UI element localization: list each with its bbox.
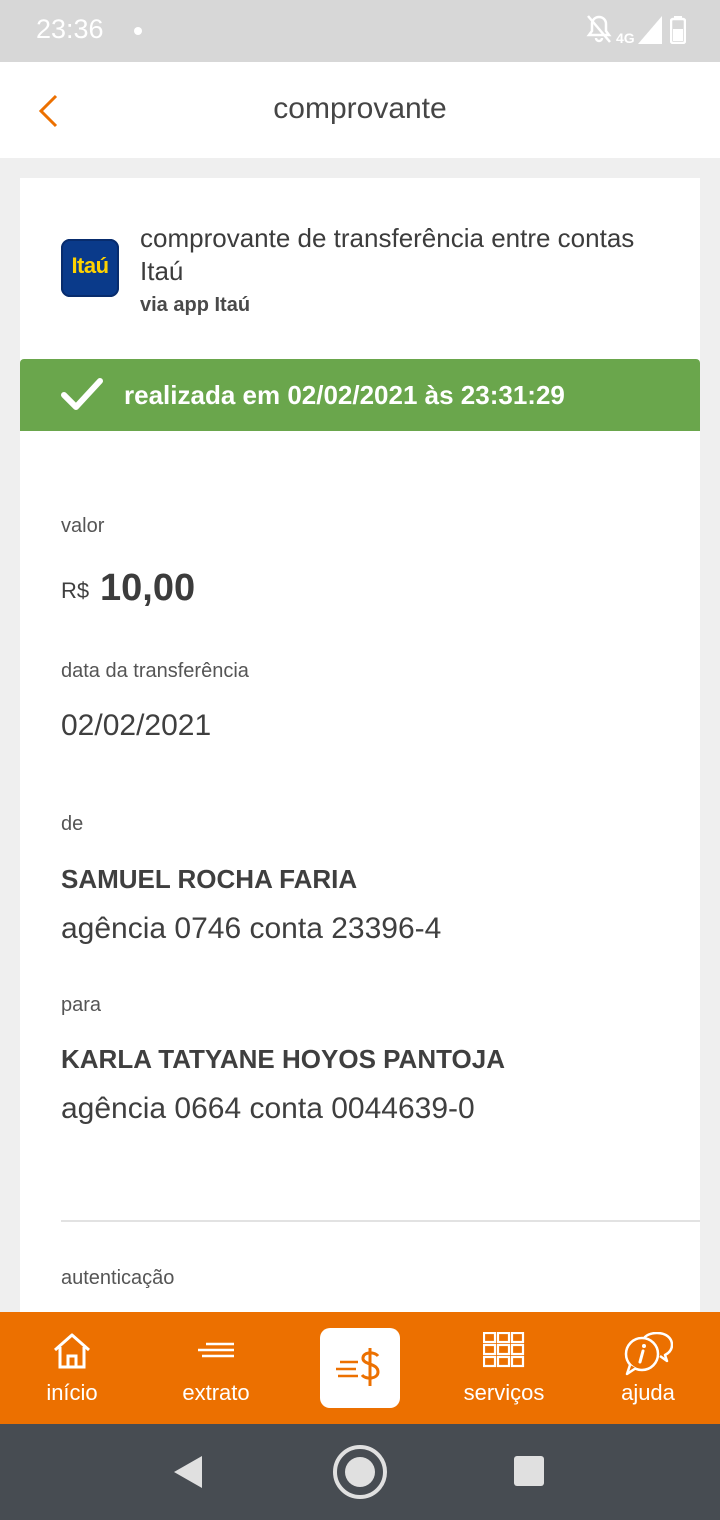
system-navigation-bar	[0, 1424, 720, 1520]
to-label: para	[61, 994, 102, 1016]
system-home-button[interactable]	[330, 1442, 390, 1502]
nav-label-extrato: extrato	[182, 1380, 250, 1405]
nav-label-servicos: serviços	[463, 1380, 545, 1405]
status-time: 23:36	[36, 14, 104, 44]
top-app-bar: comprovante	[0, 62, 720, 158]
status-banner: realizada em 02/02/2021 às 23:31:29	[20, 359, 700, 431]
grid-icon	[483, 1332, 525, 1368]
amount-currency: R$	[61, 578, 90, 603]
battery-icon	[670, 16, 686, 44]
check-icon	[61, 378, 103, 410]
status-text: realizada em 02/02/2021 às 23:31:29	[124, 380, 565, 410]
nav-item-ajuda[interactable]: ajuda	[576, 1312, 720, 1424]
itau-logo-text: Itaú	[71, 253, 109, 278]
itau-logo: Itaú	[61, 239, 119, 297]
help-chat-icon	[624, 1332, 673, 1376]
nav-item-extrato[interactable]: extrato	[144, 1312, 288, 1424]
nav-label-ajuda: ajuda	[621, 1380, 675, 1405]
receipt-subtitle: via app Itaú	[140, 294, 251, 316]
to-account: agência 0664 conta 0044639-0	[61, 1092, 475, 1125]
network-type: 4G	[616, 30, 635, 46]
nav-item-transfer[interactable]	[320, 1328, 400, 1408]
amount-value: 10,00	[100, 567, 196, 609]
status-bar: 23:36 4G	[0, 0, 720, 62]
system-back-button[interactable]	[162, 1442, 222, 1502]
nav-item-servicos[interactable]: serviços	[432, 1312, 576, 1424]
date-label: data da transferência	[61, 660, 249, 682]
square-recents-icon	[514, 1456, 544, 1486]
page-title: comprovante	[273, 92, 447, 125]
home-icon	[54, 1333, 90, 1369]
divider	[61, 1220, 700, 1222]
date-value: 02/02/2021	[61, 709, 212, 742]
signal-icon	[638, 16, 662, 44]
transfer-money-icon	[336, 1348, 380, 1386]
notification-dot-icon	[134, 27, 142, 35]
amount-label: valor	[61, 515, 105, 537]
circle-home-icon	[333, 1445, 387, 1499]
receipt-card: Itaú comprovante de transferência entre …	[20, 178, 700, 1318]
receipt-title: comprovante de transferência entre conta…	[140, 223, 635, 286]
from-name: SAMUEL ROCHA FARIA	[61, 864, 358, 894]
system-recents-button[interactable]	[500, 1442, 560, 1502]
notifications-off-icon	[586, 15, 612, 43]
triangle-back-icon	[174, 1456, 202, 1488]
bottom-navigation: início extrato serviços ajuda	[0, 1312, 720, 1424]
authentication-label: autenticação	[61, 1267, 175, 1289]
nav-label-inicio: início	[46, 1380, 98, 1405]
to-name: KARLA TATYANE HOYOS PANTOJA	[61, 1044, 505, 1074]
from-account: agência 0746 conta 23396-4	[61, 912, 442, 945]
statement-icon	[198, 1342, 234, 1358]
nav-item-inicio[interactable]: início	[0, 1312, 144, 1424]
from-label: de	[61, 813, 84, 835]
